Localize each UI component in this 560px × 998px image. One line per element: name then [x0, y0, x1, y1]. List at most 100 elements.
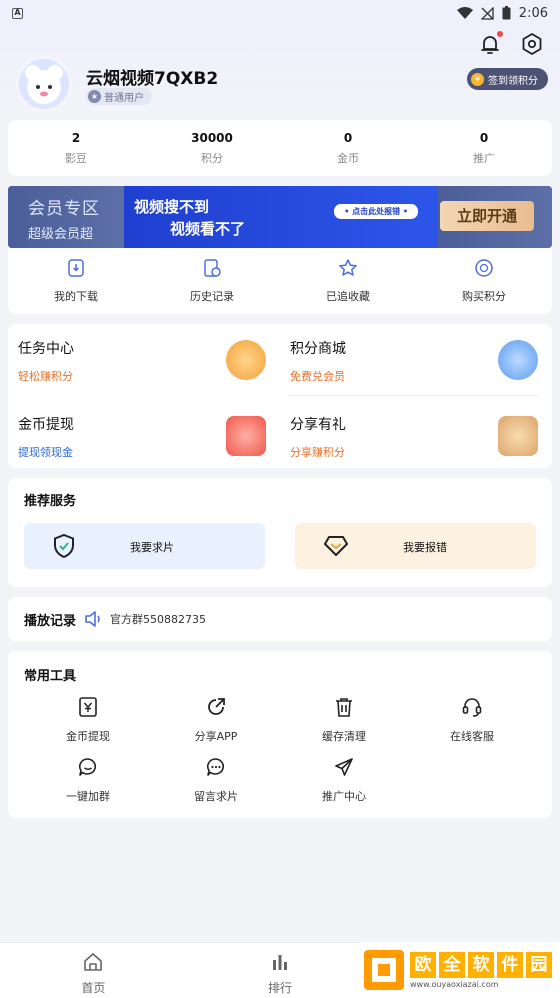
vip-banner-left: 会员专区 超级会员超 [8, 186, 124, 248]
quick-label: 历史记录 [190, 290, 234, 303]
cash-icon [79, 697, 97, 717]
report-error-label: 我要报错 [403, 541, 447, 554]
task-center[interactable]: 任务中心 轻松赚积分 [18, 324, 278, 392]
bell-button[interactable] [478, 31, 503, 56]
vip-zone-title: 会员专区 [28, 199, 100, 219]
watermark: 欧 全 软 件 园 www.ouyaoxiazai.com [360, 942, 560, 998]
user-level-badge: ★ 普通用户 [86, 88, 152, 105]
avatar-image [25, 65, 63, 104]
task-title: 积分商城 [290, 341, 346, 357]
watermark-url: www.ouyaoxiazai.com [410, 979, 499, 989]
quick-actions: 我的下载 历史记录 已追收藏 购买积分 [8, 248, 552, 314]
watermark-char: 欧 [410, 951, 436, 978]
tab-label: 排行 [268, 981, 293, 995]
settings-button[interactable] [520, 32, 544, 56]
task-sub: 提现领现金 [18, 446, 73, 459]
message-icon [206, 758, 225, 776]
user-level-label: 普通用户 [104, 93, 144, 104]
stat-value: 2 [71, 130, 81, 145]
watermark-char: 全 [439, 951, 465, 978]
status-bar: A 2:06 [0, 0, 560, 26]
tab-home[interactable]: 首页 [0, 943, 187, 998]
tab-rank[interactable]: 排行 [187, 943, 374, 998]
common-tools: 常用工具 金币提现 分享APP 缓存清理 在线客服 一键加群 留言求片 推广中心 [8, 651, 552, 818]
history-icon [204, 259, 221, 277]
vip-zone-sub: 超级会员超 [28, 227, 94, 242]
tool-clear-cache[interactable]: 缓存清理 [280, 696, 408, 744]
tool-join-group[interactable]: 一键加群 [24, 756, 152, 804]
tool-share-app[interactable]: 分享APP [152, 696, 280, 744]
tool-promotion-center[interactable]: 推广中心 [280, 756, 408, 804]
watermark-char: 园 [526, 951, 552, 978]
star-badge-icon: ★ [88, 90, 101, 103]
stat-coins[interactable]: 0 金币 [280, 131, 416, 166]
tool-label: 分享APP [194, 730, 238, 743]
tool-label: 一键加群 [66, 790, 110, 803]
tool-coin-withdraw[interactable]: 金币提现 [24, 696, 152, 744]
section-title: 推荐服务 [24, 494, 77, 509]
chat-icon [78, 758, 97, 776]
request-movie-label: 我要求片 [130, 541, 174, 554]
stat-label: 影豆 [65, 151, 87, 165]
send-icon [335, 758, 353, 776]
notification-icon: A [12, 7, 23, 19]
download-icon [68, 259, 84, 277]
tool-leave-message[interactable]: 留言求片 [152, 756, 280, 804]
ad-line-2: 视频看不了 [170, 220, 246, 238]
tool-label: 留言求片 [194, 790, 238, 803]
wifi-icon [456, 6, 473, 19]
gift-icon [498, 416, 538, 456]
task-sub: 轻松赚积分 [18, 370, 73, 383]
notification-dot [497, 31, 503, 37]
vip-banner-right: 立即开通 [438, 186, 552, 248]
star-icon [339, 259, 357, 276]
headset-icon [462, 698, 482, 717]
quick-label: 已追收藏 [326, 290, 370, 303]
task-sub: 免费兑会员 [290, 370, 345, 383]
task-sub: 分享赚积分 [290, 446, 345, 459]
battery-icon [502, 6, 511, 20]
coin-withdraw[interactable]: 金币提现 提现领现金 [18, 400, 278, 468]
report-ad[interactable]: 视频搜不到 视频看不了 • 点击此处报错 • [124, 186, 438, 248]
quick-label: 购买积分 [462, 290, 506, 303]
request-movie-button[interactable]: 我要求片 [24, 523, 265, 569]
speaker-icon [85, 611, 100, 627]
open-vip-button[interactable]: 立即开通 [440, 201, 534, 231]
play-record[interactable]: 播放记录 官方群550882735 [8, 597, 552, 641]
shield-check-icon [54, 533, 74, 559]
quick-history[interactable]: 历史记录 [144, 258, 280, 304]
quick-downloads[interactable]: 我的下载 [8, 258, 144, 304]
clock: 2:06 [518, 5, 548, 21]
points-mall[interactable]: 积分商城 免费兑会员 [290, 324, 550, 392]
quick-favorites[interactable]: 已追收藏 [280, 258, 416, 304]
share-gift[interactable]: 分享有礼 分享赚积分 [290, 400, 550, 468]
stat-points[interactable]: 30000 积分 [144, 131, 280, 166]
avatar[interactable] [16, 56, 72, 112]
stat-yingdou[interactable]: 2 影豆 [8, 131, 144, 166]
tool-customer-service[interactable]: 在线客服 [408, 696, 536, 744]
divider [290, 395, 538, 396]
trash-icon [336, 698, 352, 717]
section-title: 常用工具 [24, 669, 77, 684]
recommend-services: 推荐服务 我要求片 我要报错 [8, 478, 552, 587]
stat-label: 推广 [473, 151, 495, 165]
tab-label: 首页 [81, 981, 106, 995]
task-title: 任务中心 [18, 341, 74, 357]
vip-banner[interactable]: 会员专区 超级会员超 视频搜不到 视频看不了 • 点击此处报错 • 立即开通 [8, 186, 552, 248]
official-group[interactable]: 官方群550882735 [110, 611, 206, 627]
red-packet-icon [226, 416, 266, 456]
task-title: 分享有礼 [290, 417, 346, 433]
tool-label: 在线客服 [450, 730, 494, 743]
no-signal-icon [480, 6, 494, 20]
quick-buy-points[interactable]: 购买积分 [416, 258, 552, 304]
settings-icon [522, 33, 542, 55]
ad-line-1: 视频搜不到 [134, 198, 210, 216]
stat-value: 0 [479, 130, 489, 145]
points-icon [475, 259, 493, 277]
report-error-button[interactable]: 我要报错 [295, 523, 536, 569]
task-title: 金币提现 [18, 417, 74, 433]
sign-in-label: 签到领积分 [488, 75, 538, 87]
watermark-logo-icon [364, 950, 404, 990]
sign-in-button[interactable]: ¥ 签到领积分 [467, 68, 548, 90]
stat-promotion[interactable]: 0 推广 [416, 131, 552, 166]
